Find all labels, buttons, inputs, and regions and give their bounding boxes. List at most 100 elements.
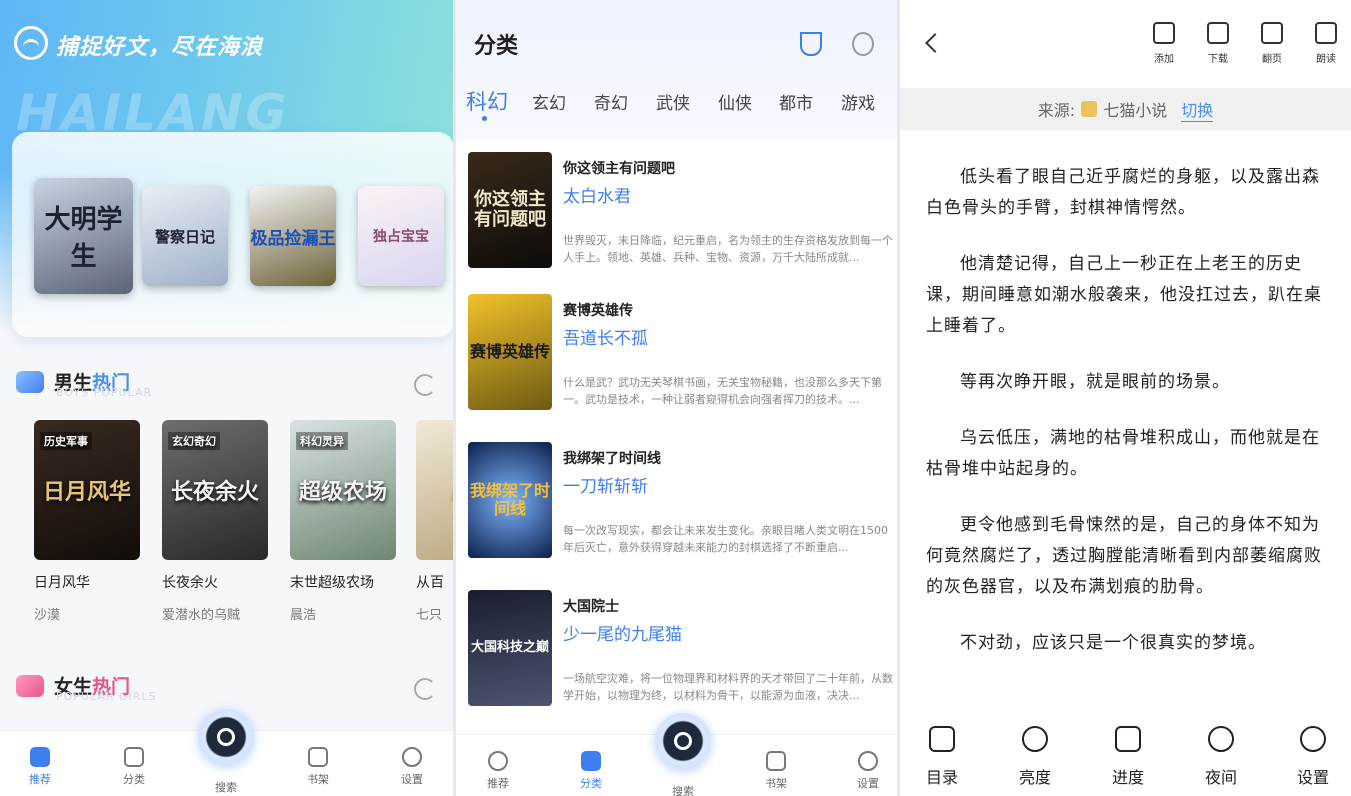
- book-title: 从百: [416, 575, 444, 591]
- book-title: 日月风华: [34, 575, 90, 591]
- tab-recommend[interactable]: 推荐: [10, 747, 70, 787]
- book-cover: 历史军事 日月风华: [34, 420, 140, 560]
- bulb-icon: [1022, 726, 1048, 752]
- book-description: 世界毁灭，末日降临，纪元重启，名为领主的生存资格发放到每一个人手上。领地、英雄、…: [563, 234, 893, 264]
- book-cover: 玄幻奇幻 长夜余火: [162, 420, 268, 560]
- tab-settings[interactable]: 设置: [382, 747, 442, 787]
- source-bar: 来源: 七猫小说 切换: [900, 88, 1351, 130]
- reader-bottom-bar: 目录 亮度 进度 夜间 设置: [900, 712, 1351, 796]
- home-icon: [30, 747, 50, 767]
- banner-book-cover[interactable]: 独占宝宝: [358, 186, 444, 286]
- bottom-tabbar: 推荐 分类 搜索 书架 设置: [456, 713, 897, 796]
- refresh-icon[interactable]: [414, 678, 436, 700]
- book-card[interactable]: 历史军事 日月风华 日月风华 沙漠: [34, 420, 140, 623]
- night-mode-button[interactable]: 夜间: [1191, 726, 1251, 788]
- reader-screen: 低头看了眼自己近乎腐烂的身躯，以及露出森白色骨头的手臂，封棋神情愕然。 他清楚记…: [900, 0, 1351, 796]
- page-turn-icon: [1261, 22, 1283, 44]
- book-list-item[interactable]: 大国科技之巅 大国院士 少一尾的九尾猫 一场航空灾难，将一位物理界和材料界的天才…: [468, 590, 897, 710]
- page-title: 分类: [474, 34, 519, 59]
- page-turn-button[interactable]: 翻页: [1252, 22, 1292, 65]
- girls-popular-subtitle: POPULAR GIRLS: [56, 690, 157, 703]
- bookshelf-icon: [308, 747, 328, 767]
- book-author: 七只: [416, 608, 443, 623]
- book-author[interactable]: 少一尾的九尾猫: [563, 620, 682, 645]
- book-cover: 大国科技之巅: [468, 590, 552, 706]
- book-card[interactable]: 从百 从百 七只: [416, 420, 453, 623]
- tab-settings[interactable]: 设置: [838, 751, 897, 791]
- tab-category[interactable]: 分类: [104, 747, 164, 787]
- app-logo-icon: [14, 26, 48, 60]
- search-button[interactable]: [655, 713, 711, 769]
- add-shelf-icon: [1153, 22, 1175, 44]
- book-author[interactable]: 太白水君: [563, 182, 631, 207]
- search-icon: [674, 732, 692, 750]
- bottom-tabbar: 推荐 分类 搜索 书架 设置: [0, 709, 453, 796]
- progress-button[interactable]: 进度: [1098, 726, 1158, 788]
- boy-channel-icon[interactable]: [800, 32, 822, 56]
- boys-section-icon: [16, 370, 44, 393]
- paragraph: 他清楚记得，自己上一秒正在上老王的历史课，期间睡意如潮水般袭来，他没扛过去，趴在…: [926, 254, 1322, 336]
- book-cover: 你这领主有问题吧: [468, 152, 552, 268]
- app-slogan: 捕捉好文，尽在海浪: [56, 35, 264, 60]
- switch-source-link[interactable]: 切换: [1181, 97, 1214, 122]
- home-icon: [488, 751, 508, 771]
- layers-icon: [581, 751, 601, 771]
- source-logo-icon: [1081, 101, 1098, 117]
- book-description: 每一次改写现实，都会让未来发生变化。亲眼目睹人类文明在1500年后灭亡，意外获得…: [563, 524, 888, 554]
- paragraph: 更令他感到毛骨悚然的是，自己的身体不知为何竟然腐烂了，透过胸膛能清晰看到内部萎缩…: [926, 515, 1322, 597]
- banner-book-cover[interactable]: 警察日记: [142, 186, 228, 286]
- book-cover: 科幻灵异 超级农场: [290, 420, 396, 560]
- refresh-icon[interactable]: [414, 374, 436, 396]
- book-card[interactable]: 科幻灵异 超级农场 末世超级农场 晨浩: [290, 420, 396, 623]
- download-button[interactable]: 下载: [1198, 22, 1238, 65]
- toc-button[interactable]: 目录: [912, 726, 972, 788]
- book-author[interactable]: 一刀斩斩斩: [563, 472, 648, 497]
- category-tab[interactable]: 武侠: [656, 89, 690, 114]
- book-cover: 从百: [416, 420, 453, 560]
- book-author[interactable]: 吾道长不孤: [563, 324, 648, 349]
- paragraph: 等再次睁开眼，就是眼前的场景。: [960, 372, 1230, 392]
- book-card[interactable]: 玄幻奇幻 长夜余火 长夜余火 爱潜水的乌贼: [162, 420, 268, 623]
- category-tab[interactable]: 仙侠: [718, 89, 752, 114]
- search-icon: [217, 728, 235, 746]
- search-button[interactable]: [198, 709, 254, 765]
- tab-bookshelf[interactable]: 书架: [288, 747, 348, 787]
- tab-bookshelf[interactable]: 书架: [746, 751, 806, 791]
- category-tab[interactable]: 奇幻: [594, 89, 628, 114]
- read-aloud-button[interactable]: 朗读: [1306, 22, 1346, 65]
- banner-book-cover[interactable]: 大明学生: [34, 178, 133, 294]
- book-title: 末世超级农场: [290, 575, 374, 591]
- book-list-item[interactable]: 我绑架了时间线 我绑架了时间线 一刀斩斩斩 每一次改写现实，都会让未来发生变化。…: [468, 442, 897, 562]
- tab-category[interactable]: 分类: [561, 751, 621, 791]
- featured-banner[interactable]: 大明学生 警察日记 极品捡漏王 独占宝宝: [12, 132, 453, 337]
- book-cover: 赛博英雄传: [468, 294, 552, 410]
- gear-icon: [402, 747, 422, 767]
- back-arrow-icon[interactable]: [925, 33, 945, 53]
- book-list-item[interactable]: 赛博英雄传 赛博英雄传 吾道长不孤 什么是武？武功无关琴棋书画，无关宝物秘籍，也…: [468, 294, 897, 414]
- brightness-button[interactable]: 亮度: [1005, 726, 1065, 788]
- category-tab[interactable]: 游戏: [841, 89, 875, 114]
- source-label: 来源:: [1037, 101, 1076, 120]
- book-title: 大国院士: [563, 599, 619, 615]
- tab-scifi[interactable]: 科幻: [466, 86, 508, 116]
- category-screen: 分类 科幻 玄幻 奇幻 武侠 仙侠 都市 游戏 你这领主有问题吧 你这领主有问题…: [456, 0, 897, 796]
- girl-channel-icon[interactable]: [852, 32, 874, 56]
- book-list-item[interactable]: 你这领主有问题吧 你这领主有问题吧 太白水君 世界毁灭，末日降临，纪元重启，名为…: [468, 152, 897, 272]
- book-description: 一场航空灾难，将一位物理界和材料界的天才带回了二十年前，从数学开始，以物理为终，…: [563, 672, 893, 702]
- paragraph: 不对劲，应该只是一个很真实的梦境。: [960, 633, 1266, 653]
- reader-settings-button[interactable]: 设置: [1283, 726, 1343, 788]
- speaker-icon: [1315, 22, 1337, 44]
- book-title: 长夜余火: [162, 575, 218, 591]
- tab-recommend[interactable]: 推荐: [468, 751, 528, 791]
- bookshelf-icon: [766, 751, 786, 771]
- add-to-shelf-button[interactable]: 添加: [1144, 22, 1184, 65]
- banner-book-cover[interactable]: 极品捡漏王: [250, 186, 336, 286]
- book-title: 你这领主有问题吧: [563, 161, 675, 177]
- category-tab[interactable]: 都市: [779, 89, 813, 114]
- book-title: 我绑架了时间线: [563, 451, 661, 467]
- reader-toolbar: 添加 下载 翻页 朗读: [900, 0, 1351, 88]
- hourglass-icon: [1115, 726, 1141, 752]
- download-icon: [1207, 22, 1229, 44]
- active-indicator: [482, 116, 487, 121]
- category-tab[interactable]: 玄幻: [532, 89, 566, 114]
